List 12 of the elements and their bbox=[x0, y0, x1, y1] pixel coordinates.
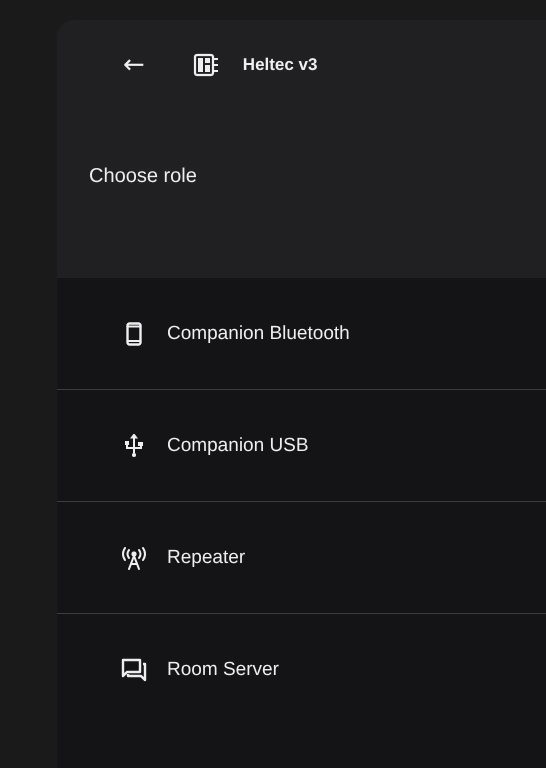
role-item[interactable]: Companion Bluetooth bbox=[57, 278, 546, 390]
role-item[interactable]: Companion USB bbox=[57, 390, 546, 502]
device-title: Heltec v3 bbox=[242, 55, 318, 75]
role-item[interactable]: Room Server bbox=[57, 614, 546, 725]
usb-icon bbox=[124, 434, 144, 458]
antenna-icon bbox=[121, 546, 147, 570]
role-item[interactable]: Repeater bbox=[57, 502, 546, 614]
section-heading: Choose role bbox=[89, 164, 197, 188]
phone-icon bbox=[126, 322, 142, 346]
chat-icon bbox=[121, 658, 147, 682]
board-icon bbox=[192, 53, 219, 77]
back-button[interactable]: ← bbox=[119, 52, 149, 78]
